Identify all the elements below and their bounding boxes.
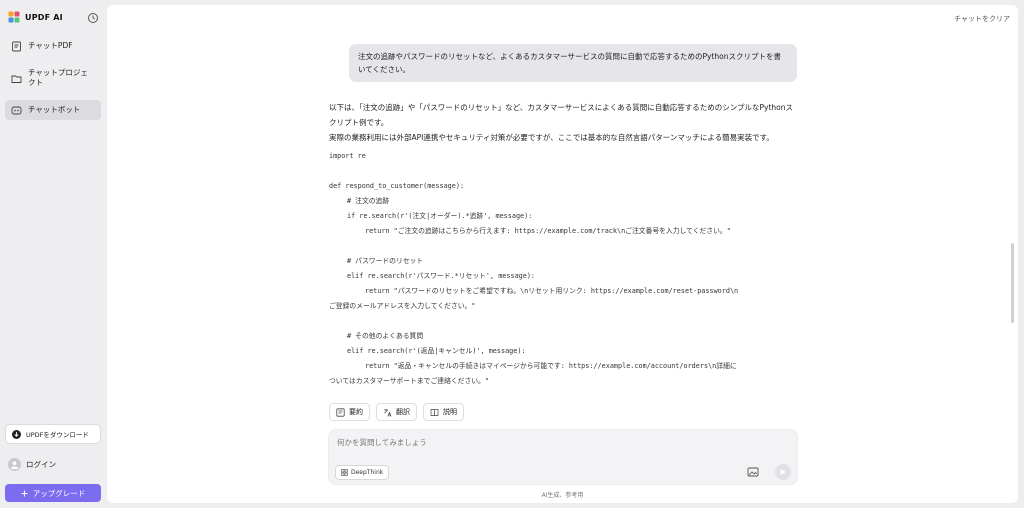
code-line: if re.search(r'(注文|オーダー).*追跡', message): [347, 212, 533, 220]
folder-icon [11, 75, 22, 83]
assistant-answer: 以下は、「注文の追跡」や「パスワードのリセット」など、カスタマーサービスによくあ… [329, 100, 799, 400]
plus-icon [21, 490, 28, 496]
updf-logo-icon [8, 11, 20, 23]
code-line: return "ご注文の追跡はこちらから行えます: https://exampl… [365, 227, 731, 235]
summary-icon [336, 407, 345, 417]
history-icon[interactable] [87, 12, 99, 24]
sidebar-item-chat-pdf[interactable]: チャットPDF [5, 36, 101, 56]
code-line: def respond_to_customer(message): [329, 182, 465, 190]
question-input[interactable] [337, 438, 737, 447]
sidebar-nav: チャットPDF チャットプロジェクト チャットボット [5, 36, 101, 125]
send-button[interactable] [775, 464, 791, 480]
sidebar: UPDF AI チャットPDF チャットプロジェクト チャットボット UPDFを… [0, 0, 106, 508]
chat-panel: チャットをクリア 注文の追跡やパスワードのリセットなど、よくあるカスタマーサービ… [107, 5, 1018, 503]
download-label: UPDFをダウンロード [26, 431, 89, 439]
sidebar-item-label: チャットプロジェクト [28, 68, 88, 87]
deepthink-toggle[interactable]: DeepThink [335, 465, 390, 480]
scrollbar[interactable] [1011, 243, 1014, 323]
ai-disclaimer: AI生成、参考用 [541, 492, 584, 499]
deepthink-icon [341, 469, 348, 476]
code-line: ご登録のメールアドレスを入力してください。" [329, 302, 476, 310]
brand-name: UPDF AI [25, 12, 63, 22]
explain-icon [430, 408, 439, 416]
code-line: ついてはカスタマーサポートまでご連絡ください。" [329, 377, 489, 385]
summary-button[interactable]: 要約 [329, 403, 370, 421]
send-icon [780, 469, 786, 475]
translate-label: 翻訳 [396, 408, 410, 416]
code-line: return "パスワードのリセットをご希望ですね。\nリセット用リンク: ht… [365, 287, 739, 295]
avatar [8, 458, 21, 471]
upgrade-button[interactable]: アップグレード [5, 484, 101, 502]
translate-button[interactable]: 翻訳 [376, 403, 417, 421]
sidebar-item-chatbot[interactable]: チャットボット [5, 100, 101, 120]
code-line: elif re.search(r'(返品|キャンセル)', message): [347, 347, 526, 355]
explain-label: 説明 [443, 408, 457, 416]
sidebar-item-label: チャットPDF [28, 41, 73, 50]
download-updf-button[interactable]: UPDFをダウンロード [5, 424, 101, 444]
composer: DeepThink [328, 429, 798, 485]
user-icon [11, 461, 18, 469]
clear-chat-button[interactable]: チャットをクリア [954, 14, 1010, 24]
brand[interactable]: UPDF AI [8, 11, 63, 23]
sidebar-item-chat-project[interactable]: チャットプロジェクト [5, 61, 101, 95]
translate-icon [384, 408, 392, 417]
pdf-chat-icon [12, 41, 21, 51]
chatbot-icon [11, 106, 22, 114]
login-label: ログイン [26, 460, 56, 469]
code-block: import re def respond_to_customer(message… [329, 149, 799, 389]
login-button[interactable]: ログイン [8, 458, 56, 471]
download-icon [12, 429, 21, 439]
upgrade-label: アップグレード [32, 488, 86, 498]
answer-paragraph: 実際の業務利用には外部API連携やセキュリティ対策が必要ですが、ここでは基本的な… [329, 133, 774, 142]
answer-paragraph: 以下は、「注文の追跡」や「パスワードのリセット」など、カスタマーサービスによくあ… [329, 103, 793, 127]
code-line: import re [329, 152, 366, 160]
code-line: # 注文の追跡 [347, 197, 390, 205]
code-line: # パスワードのリセット [347, 257, 424, 265]
code-line: return "返品・キャンセルの手続きはマイページから可能です: https:… [365, 362, 737, 370]
user-message: 注文の追跡やパスワードのリセットなど、よくあるカスタマーサービスの質問に自動で応… [349, 44, 797, 82]
summary-label: 要約 [349, 408, 363, 416]
deepthink-label: DeepThink [351, 469, 384, 476]
sidebar-item-label: チャットボット [28, 105, 81, 114]
image-upload-icon[interactable] [747, 466, 759, 478]
explain-button[interactable]: 説明 [423, 403, 464, 421]
code-line: # その他のよくある質問 [347, 332, 424, 340]
code-line: elif re.search(r'パスワード.*リセット', message): [347, 272, 536, 280]
quick-actions: 要約 翻訳 説明 [329, 403, 464, 421]
